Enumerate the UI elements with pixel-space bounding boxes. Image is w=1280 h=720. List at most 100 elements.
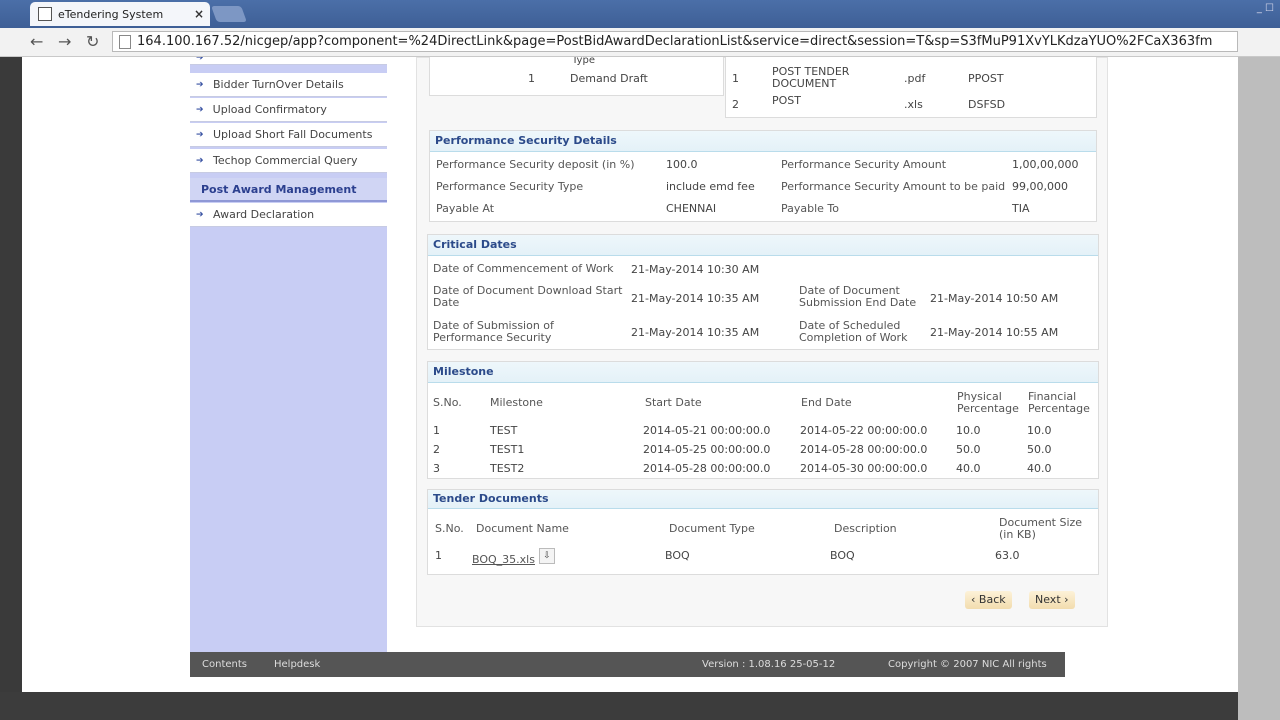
field-label: Performance Security Amount bbox=[781, 158, 947, 171]
sidebar-item-techop-query[interactable]: ➔ Techop Commercial Query bbox=[190, 149, 387, 173]
table-cell: 3 bbox=[433, 462, 440, 475]
section-title: Tender Documents bbox=[428, 490, 1098, 509]
field-label: Payable At bbox=[436, 202, 495, 215]
field-value: include emd fee bbox=[666, 180, 755, 193]
sidebar-item-label: Upload Short Fall Documents bbox=[213, 127, 373, 141]
doc-ext: .xls bbox=[904, 98, 923, 111]
sidebar-item-label: Upload Confirmatory Documents bbox=[212, 103, 327, 116]
table-cell: BOQ bbox=[830, 549, 855, 562]
back-arrow-icon[interactable]: ← bbox=[30, 32, 43, 51]
field-label: Date of Document Submission End Date bbox=[799, 284, 917, 309]
column-header: Description bbox=[834, 522, 897, 535]
table-cell: TEST1 bbox=[490, 443, 525, 456]
arrow-right-icon: ➔ bbox=[196, 57, 204, 63]
column-header: Physical Percentage bbox=[957, 390, 1019, 415]
field-value: 21-May-2014 10:55 AM bbox=[930, 326, 1059, 339]
arrow-right-icon: ➔ bbox=[196, 209, 204, 220]
doc-name: POST TENDER DOCUMENT bbox=[772, 65, 850, 90]
sidebar-item-award-declaration[interactable]: ➔ Award Declaration bbox=[190, 203, 387, 227]
table-cell: 50.0 bbox=[1027, 443, 1052, 456]
field-value: 21-May-2014 10:35 AM bbox=[631, 292, 760, 305]
sidebar-item-upload-shortfall[interactable]: ➔ Upload Short Fall Documents bbox=[190, 123, 387, 147]
next-button[interactable]: Next › bbox=[1029, 591, 1075, 609]
back-button[interactable]: ‹ Back bbox=[965, 591, 1012, 609]
column-header: Document Type bbox=[669, 522, 755, 535]
sidebar-item-label: Award Declaration bbox=[213, 207, 315, 221]
close-tab-icon[interactable]: × bbox=[194, 7, 204, 21]
arrow-right-icon: ➔ bbox=[196, 155, 204, 166]
footer-link-contents[interactable]: Contents bbox=[202, 659, 247, 670]
tab-title: eTendering System bbox=[58, 7, 164, 21]
arrow-right-icon: ➔ bbox=[196, 104, 204, 115]
table-cell: 10.0 bbox=[1027, 424, 1052, 437]
table-cell: 50.0 bbox=[956, 443, 981, 456]
doc-name: POST bbox=[772, 94, 801, 107]
column-header: Milestone bbox=[490, 396, 543, 409]
performance-security-panel: Performance Security Details Performance… bbox=[429, 130, 1097, 222]
doc-ext: .pdf bbox=[904, 72, 926, 85]
sidebar-item-label: Techop Commercial Query bbox=[213, 153, 358, 167]
table-cell: 2 bbox=[433, 443, 440, 456]
field-value: 21-May-2014 10:50 AM bbox=[930, 292, 1059, 305]
table-cell: 2014-05-28 00:00:00.0 bbox=[643, 462, 771, 475]
tender-documents-panel: Tender Documents S.No. Document Name Doc… bbox=[427, 489, 1099, 575]
doc-desc: PPOST bbox=[968, 72, 1004, 85]
table-cell: 1 bbox=[433, 424, 440, 437]
left-sidebar: ➔ ➔ Bidder TurnOver Details ➔ Upload Con… bbox=[190, 57, 387, 652]
post-tender-docs-fragment: 1 POST TENDER DOCUMENT .pdf PPOST 2 POST… bbox=[725, 57, 1097, 118]
table-cell: 2014-05-22 00:00:00.0 bbox=[800, 424, 928, 437]
table-cell: 2014-05-25 00:00:00.0 bbox=[643, 443, 771, 456]
doc-sno: 1 bbox=[732, 72, 739, 85]
table-cell: TEST bbox=[490, 424, 518, 437]
table-cell: BOQ bbox=[665, 549, 690, 562]
footer-link-helpdesk[interactable]: Helpdesk bbox=[274, 659, 320, 670]
reload-icon[interactable]: ↻ bbox=[86, 32, 99, 51]
doc-desc: DSFSD bbox=[968, 98, 1006, 111]
next-button-label: Next bbox=[1035, 593, 1061, 606]
column-header: Financial Percentage bbox=[1028, 390, 1090, 415]
field-label: Date of Submission of Performance Securi… bbox=[433, 319, 554, 344]
field-label: Date of Commencement of Work bbox=[433, 262, 614, 275]
instrument-type-value: Demand Draft bbox=[570, 72, 648, 85]
table-cell: 2014-05-30 00:00:00.0 bbox=[800, 462, 928, 475]
field-label: Performance Security Type bbox=[436, 180, 584, 193]
sidebar-item-label: Bidder TurnOver Details bbox=[213, 77, 344, 91]
sidebar-section-post-award[interactable]: Post Award Management bbox=[190, 178, 387, 202]
page-icon bbox=[119, 34, 131, 49]
browser-toolbar: ← → ↻ 164.100.167.52/nicgep/app?componen… bbox=[0, 28, 1280, 57]
address-bar[interactable]: 164.100.167.52/nicgep/app?component=%24D… bbox=[112, 31, 1238, 52]
arrow-right-icon: ➔ bbox=[196, 129, 204, 140]
page-footer: Contents Helpdesk Version : 1.08.16 25-0… bbox=[190, 652, 1065, 677]
field-label: Payable To bbox=[781, 202, 840, 215]
table-cell: 2014-05-21 00:00:00.0 bbox=[643, 424, 771, 437]
instrument-sno: 1 bbox=[528, 72, 535, 85]
field-label: Date of Scheduled Completion of Work bbox=[799, 319, 908, 344]
sidebar-item-upload-confirmatory[interactable]: ➔ Upload Confirmatory Documents bbox=[190, 98, 387, 122]
sidebar-item-bidder-turnover[interactable]: ➔ Bidder TurnOver Details bbox=[190, 73, 387, 97]
browser-tab-bar: eTendering System × _ ☐ bbox=[0, 0, 1280, 28]
column-header: Document Size (in KB) bbox=[999, 516, 1083, 541]
taskbar-area bbox=[0, 692, 1238, 720]
column-header: Document Name bbox=[476, 522, 569, 535]
column-header: Start Date bbox=[645, 396, 702, 409]
column-header: S.No. bbox=[433, 396, 462, 409]
scrollbar-area[interactable] bbox=[1238, 57, 1280, 720]
table-cell: 40.0 bbox=[1027, 462, 1052, 475]
page-viewport: ➔ ➔ Bidder TurnOver Details ➔ Upload Con… bbox=[22, 57, 1238, 692]
document-link[interactable]: BOQ_35.xls bbox=[472, 553, 535, 566]
field-label: Performance Security Amount to be paid bbox=[781, 180, 1006, 193]
sidebar-item-partial[interactable]: ➔ bbox=[190, 57, 387, 65]
field-value: 1,00,00,000 bbox=[1012, 158, 1079, 171]
new-tab-button[interactable] bbox=[211, 6, 247, 22]
url-text: 164.100.167.52/nicgep/app?component=%24D… bbox=[137, 34, 1213, 49]
back-button-label: Back bbox=[978, 593, 1006, 606]
forward-arrow-icon[interactable]: → bbox=[58, 32, 71, 51]
critical-dates-panel: Critical Dates Date of Commencement of W… bbox=[427, 234, 1099, 350]
table-cell: 1 bbox=[435, 549, 442, 562]
arrow-right-icon: ➔ bbox=[196, 79, 204, 90]
browser-tab[interactable]: eTendering System × bbox=[30, 2, 210, 26]
table-cell: 63.0 bbox=[995, 549, 1020, 562]
download-icon[interactable]: ⇩ bbox=[539, 548, 555, 564]
window-controls[interactable]: _ ☐ bbox=[1257, 3, 1274, 14]
table-cell: TEST2 bbox=[490, 462, 525, 475]
